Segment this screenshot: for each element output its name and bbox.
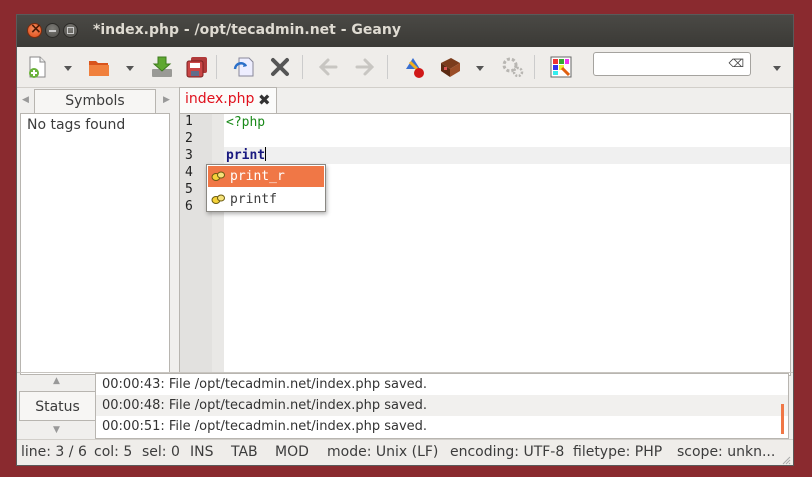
status-modified: MOD (275, 444, 309, 460)
status-selection: sel: 0 (142, 444, 180, 460)
build-dropdown-arrow[interactable] (476, 66, 484, 71)
build-button[interactable] (438, 55, 462, 79)
title-bar[interactable]: *index.php - /opt/tecadmin.net - Geany (17, 15, 793, 47)
execute-icon (502, 57, 524, 78)
line-number: 5 (185, 182, 193, 197)
geany-window: *index.php - /opt/tecadmin.net - Geany (16, 14, 794, 466)
tab-status-label: Status (35, 399, 80, 415)
close-tab-icon[interactable]: ✖ (258, 91, 271, 109)
autocomplete-item[interactable]: printf (208, 189, 324, 210)
tab-symbols[interactable]: Symbols (34, 89, 156, 113)
function-tag-icon (211, 194, 225, 204)
open-file-button[interactable] (87, 55, 111, 79)
build-icon (441, 58, 460, 77)
open-folder-icon (89, 61, 109, 76)
new-file-icon (29, 56, 46, 78)
close-file-button[interactable] (268, 55, 292, 79)
message-pane-tabs: ▲ Status ▼ (19, 373, 95, 439)
sidebar-tabs: ◀ Symbols ▶ (17, 87, 174, 113)
toolbar-overflow-arrow[interactable] (773, 66, 781, 71)
document-tab-index-php[interactable]: index.php ✖ (179, 87, 277, 115)
code-line-3: print (226, 147, 267, 164)
compile-button[interactable] (402, 55, 426, 79)
search-clear-icon[interactable]: ⌫ (728, 58, 744, 70)
status-message-row[interactable]: 00:00:51: File /opt/tecadmin.net/index.p… (96, 416, 788, 437)
fold-margin[interactable] (212, 114, 224, 375)
document-tab-label: index.php (185, 91, 255, 107)
status-insert-mode: INS (190, 444, 214, 460)
new-file-button[interactable] (25, 55, 49, 79)
forward-arrow-icon (355, 58, 375, 76)
autocomplete-item-label: printf (230, 192, 277, 207)
status-column: col: 5 (94, 444, 133, 460)
text-caret (265, 147, 267, 161)
status-message-row[interactable]: 00:00:43: File /opt/tecadmin.net/index.p… (96, 374, 788, 395)
status-indent-mode: TAB (231, 444, 258, 460)
message-tab-scroll-up-icon[interactable]: ▲ (53, 376, 60, 386)
reload-button[interactable] (232, 55, 256, 79)
resize-grip-icon[interactable] (781, 455, 791, 465)
open-file-dropdown-arrow[interactable] (126, 66, 134, 71)
current-line-highlight (224, 147, 790, 164)
line-number: 2 (185, 131, 193, 146)
status-bar: line: 3 / 6 col: 5 sel: 0 INS TAB MOD mo… (17, 439, 793, 465)
toolbar-separator (302, 55, 303, 79)
toolbar-separator (534, 55, 535, 79)
new-file-dropdown-arrow[interactable] (64, 66, 72, 71)
status-encoding: encoding: UTF-8 (450, 444, 565, 460)
compile-icon (406, 58, 424, 78)
toolbar-separator (216, 55, 217, 79)
sidebar: ◀ Symbols ▶ No tags found (17, 87, 174, 376)
navigate-forward-button[interactable] (353, 55, 377, 79)
status-message-list[interactable]: 00:00:43: File /opt/tecadmin.net/index.p… (95, 373, 789, 439)
message-pane: ▲ Status ▼ 00:00:43: File /opt/tecadmin.… (17, 372, 793, 440)
status-scope: scope: unkn... (677, 444, 776, 460)
save-all-button[interactable] (185, 55, 209, 79)
sidebar-tab-scroll-right-icon[interactable]: ▶ (163, 95, 170, 105)
save-button[interactable] (150, 55, 174, 79)
main-toolbar: ⌫ (17, 47, 793, 88)
status-line-ending-mode: mode: Unix (LF) (327, 444, 439, 460)
php-open-tag: <?php (226, 115, 266, 130)
tab-symbols-label: Symbols (65, 93, 125, 109)
tab-status[interactable]: Status (19, 391, 95, 421)
symbols-empty-text: No tags found (27, 117, 126, 133)
message-list-scrollbar[interactable] (781, 404, 784, 434)
toolbar-separator (387, 55, 388, 79)
symbols-tree[interactable]: No tags found (20, 113, 170, 375)
status-filetype: filetype: PHP (573, 444, 663, 460)
line-number-gutter: 1 2 3 4 5 6 (180, 114, 212, 375)
code-keyword: print (226, 148, 266, 163)
back-arrow-icon (318, 58, 338, 76)
window-title: *index.php - /opt/tecadmin.net - Geany (93, 22, 401, 38)
save-all-icon (186, 57, 207, 78)
function-tag-icon (211, 171, 225, 181)
reload-icon (233, 57, 254, 77)
window-maximize-button[interactable] (63, 23, 78, 38)
autocomplete-item-label: print_r (230, 169, 285, 184)
code-editor[interactable]: 1 2 3 4 5 6 <?php print (179, 113, 791, 376)
toolbar-search-box: ⌫ (593, 52, 751, 76)
window-close-button[interactable] (27, 21, 42, 38)
autocomplete-item[interactable]: print_r (208, 166, 324, 187)
navigate-back-button[interactable] (316, 55, 340, 79)
status-message-row[interactable]: 00:00:48: File /opt/tecadmin.net/index.p… (96, 395, 788, 416)
line-number: 1 (185, 114, 193, 129)
execute-button[interactable] (501, 55, 525, 79)
save-icon (152, 56, 172, 77)
line-number: 6 (185, 199, 193, 214)
autocomplete-popup: print_r printf (206, 164, 326, 212)
window-minimize-button[interactable] (45, 23, 60, 38)
code-line-1: <?php (226, 114, 265, 131)
color-chooser-icon (550, 56, 572, 78)
line-number: 4 (185, 165, 193, 180)
editor-area: index.php ✖ 1 2 3 4 5 6 <?php print (179, 87, 791, 376)
sidebar-tab-scroll-left-icon[interactable]: ◀ (22, 95, 29, 105)
close-file-icon (271, 58, 289, 76)
status-line: line: 3 / 6 (21, 444, 87, 460)
message-tab-scroll-down-icon[interactable]: ▼ (53, 425, 60, 435)
color-chooser-button[interactable] (549, 55, 573, 79)
line-number: 3 (185, 148, 193, 163)
search-input[interactable] (598, 55, 730, 75)
